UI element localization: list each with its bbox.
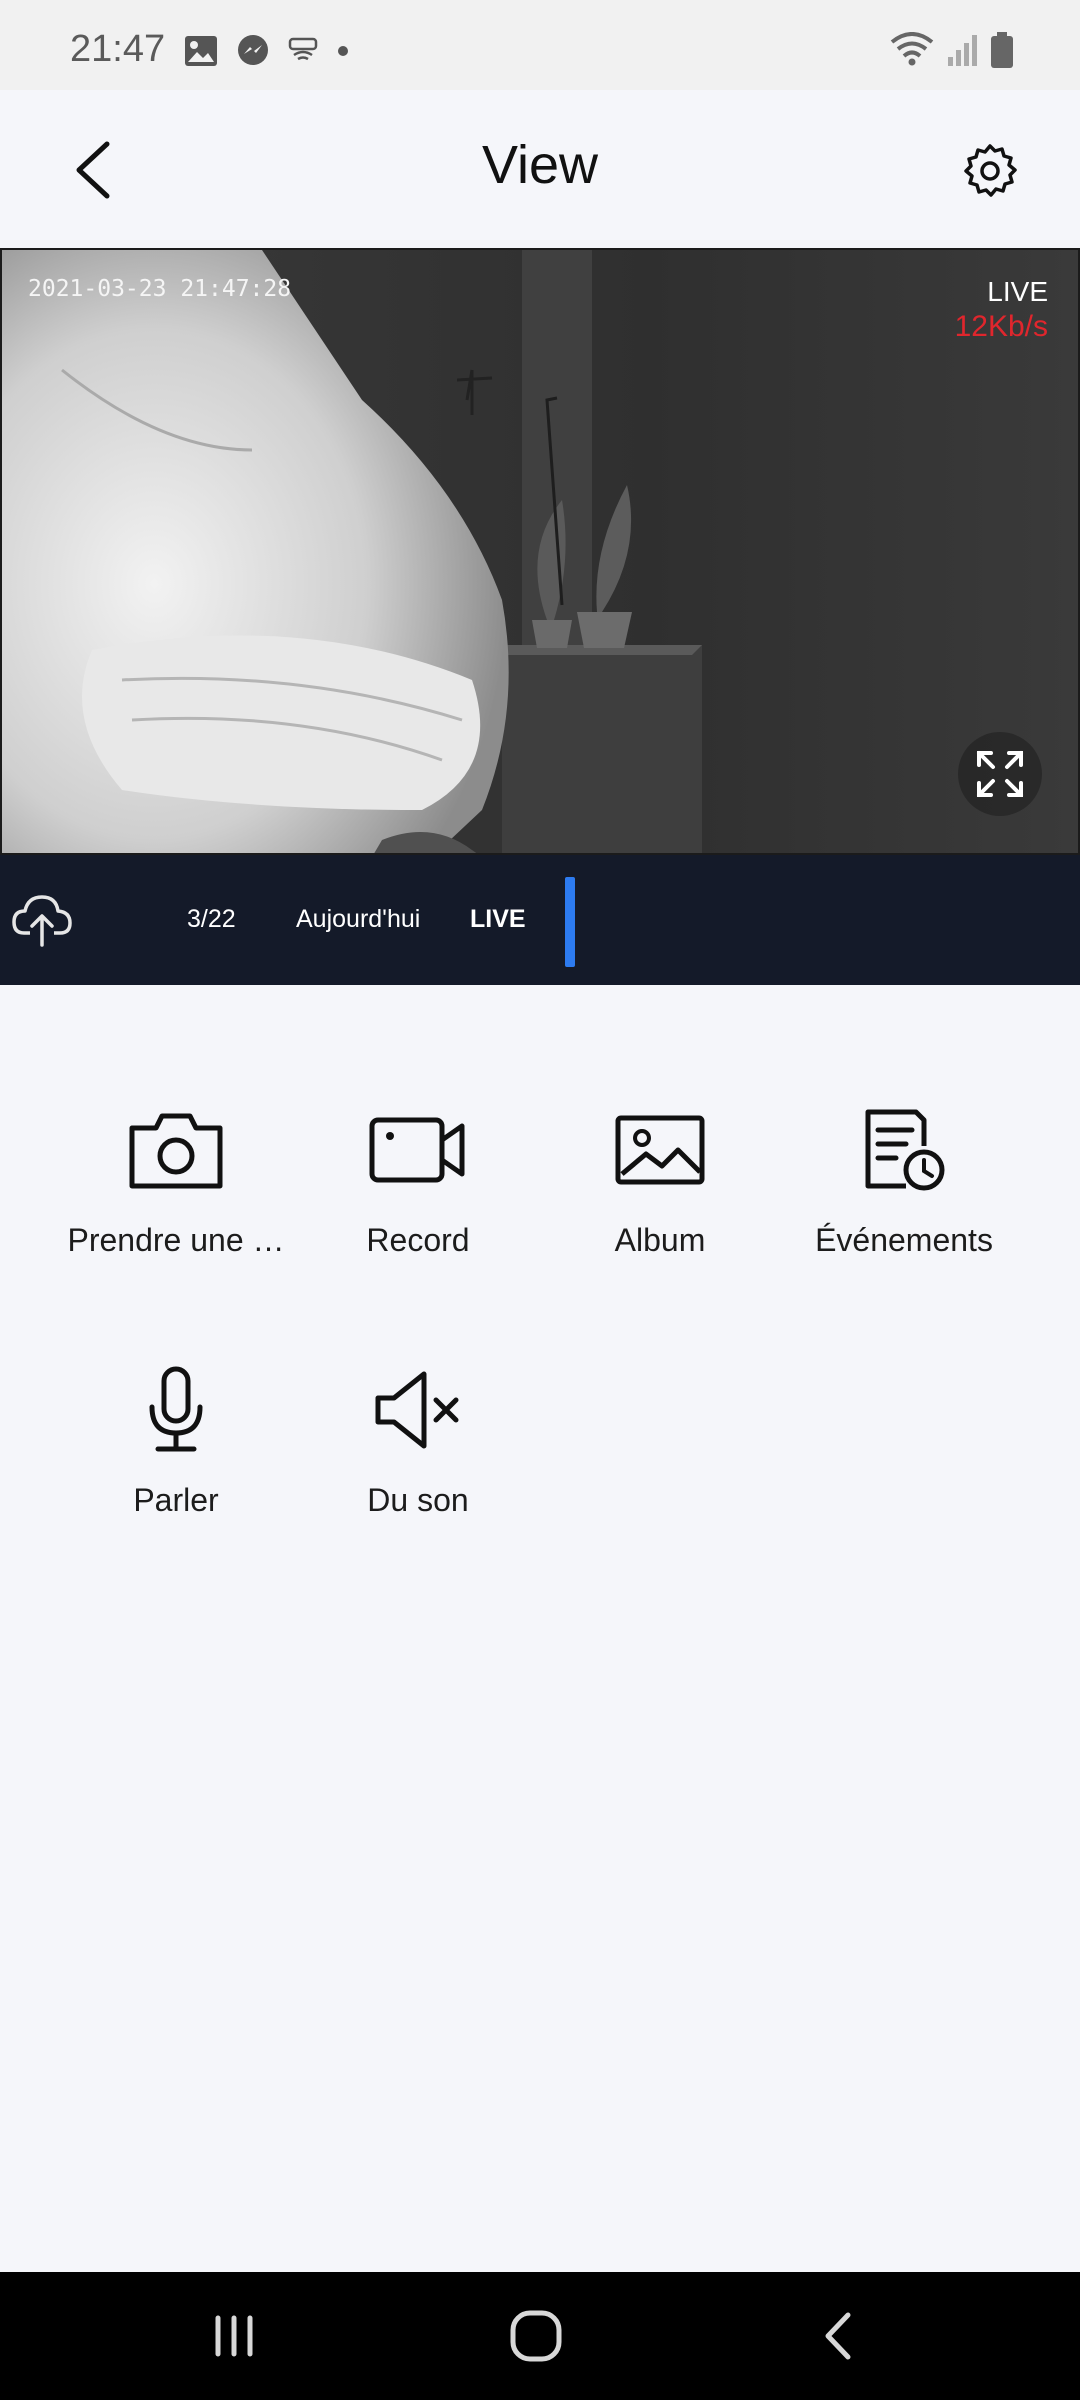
events-label: Événements: [815, 1222, 993, 1258]
timeline-date[interactable]: 3/22: [187, 905, 236, 934]
video-camera-icon: [369, 1117, 465, 1183]
talk-label: Parler: [133, 1482, 219, 1518]
camera-live-view[interactable]: 2021-03-23 21:47:28 LIVE 12Kb/s: [0, 248, 1080, 855]
recents-icon: [215, 2315, 253, 2357]
back-icon: [825, 2312, 851, 2360]
sound-label: Du son: [367, 1482, 469, 1518]
wifi-icon: [890, 31, 934, 73]
camera-live-badge: LIVE: [987, 276, 1048, 307]
record-button[interactable]: Record: [298, 1100, 538, 1280]
nav-back-button[interactable]: [788, 2296, 888, 2376]
signal-icon: [946, 33, 978, 72]
speaker-muted-icon: [375, 1371, 459, 1449]
camera-timestamp: 2021-03-23 21:47:28: [28, 276, 292, 302]
status-time: 21:47: [70, 28, 166, 70]
wifi-calling-icon: [288, 37, 318, 70]
messenger-icon: [236, 34, 270, 73]
events-button[interactable]: Événements: [784, 1100, 1024, 1280]
home-icon: [510, 2310, 562, 2362]
camera-bitrate: 12Kb/s: [954, 310, 1048, 343]
take-photo-button[interactable]: Prendre une …: [56, 1100, 296, 1280]
expand-icon: [977, 751, 1023, 797]
battery-icon: [990, 31, 1014, 74]
image-icon: [615, 1115, 705, 1185]
screen: 21:47 View 2021-03-23 21:47:28 LIVE 12Kb…: [0, 0, 1080, 2400]
album-label: Album: [614, 1222, 706, 1258]
camera-icon: [129, 1113, 223, 1189]
camera-feed-image: [2, 250, 1078, 853]
talk-button[interactable]: Parler: [56, 1360, 296, 1540]
sound-button[interactable]: Du son: [298, 1360, 538, 1540]
home-button[interactable]: [486, 2296, 586, 2376]
image-icon: [184, 35, 218, 72]
fullscreen-button[interactable]: [958, 732, 1042, 816]
recents-button[interactable]: [184, 2296, 284, 2376]
gear-icon: [964, 144, 1017, 197]
timeline-bar[interactable]: 3/22 Aujourd'hui LIVE: [0, 855, 1080, 985]
timeline-live[interactable]: LIVE: [470, 905, 526, 934]
app-header: View: [0, 90, 1080, 248]
take-photo-label: Prendre une …: [67, 1222, 285, 1258]
status-notification-icons: [184, 34, 350, 73]
timeline-today[interactable]: Aujourd'hui: [296, 905, 420, 934]
status-system-icons: [890, 31, 1014, 74]
status-bar: 21:47: [0, 0, 1080, 90]
cloud-upload-icon: [12, 895, 72, 947]
page-title: View: [481, 135, 599, 195]
events-document-clock-icon: [865, 1109, 945, 1191]
dot-icon: [336, 44, 350, 63]
timeline-position-indicator[interactable]: [565, 877, 575, 967]
system-nav-bar: [0, 2272, 1080, 2400]
album-button[interactable]: Album: [540, 1100, 780, 1280]
record-label: Record: [366, 1222, 470, 1258]
settings-button[interactable]: [952, 134, 1028, 210]
cloud-upload-button[interactable]: [12, 891, 72, 947]
microphone-icon: [149, 1366, 203, 1452]
